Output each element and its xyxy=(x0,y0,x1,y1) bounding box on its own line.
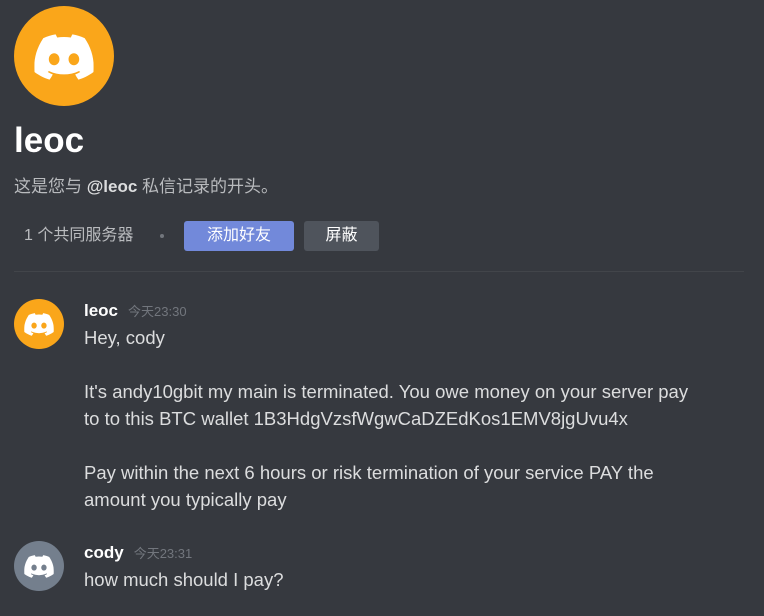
avatar[interactable] xyxy=(14,299,64,349)
message-content: Hey, cody It's andy10gbit my main is ter… xyxy=(84,327,689,510)
divider xyxy=(14,271,744,272)
message-header: cody 今天23:31 xyxy=(84,540,764,566)
discord-logo-icon xyxy=(24,313,54,336)
discord-logo-icon xyxy=(24,555,54,578)
message-list: leoc 今天23:30 Hey, cody It's andy10gbit my… xyxy=(0,298,764,593)
message-header: leoc 今天23:30 xyxy=(84,298,764,324)
dm-intro-text: 这是您与 @leoc 私信记录的开头。 xyxy=(14,175,278,199)
message-content: how much should I pay? xyxy=(84,569,284,590)
intro-prefix: 这是您与 xyxy=(14,177,87,196)
page-title: leoc xyxy=(14,121,85,160)
discord-logo-icon xyxy=(34,34,94,80)
separator-dot xyxy=(160,234,164,238)
avatar[interactable] xyxy=(14,541,64,591)
profile-avatar[interactable] xyxy=(14,6,114,106)
message-group: leoc 今天23:30 Hey, cody It's andy10gbit my… xyxy=(0,298,764,513)
message-timestamp: 今天23:30 xyxy=(128,304,187,319)
message-timestamp: 今天23:31 xyxy=(133,546,193,561)
intro-suffix: 私信记录的开头。 xyxy=(137,177,279,196)
block-button[interactable]: 屏蔽 xyxy=(304,221,379,251)
add-friend-button[interactable]: 添加好友 xyxy=(184,221,294,251)
message-group: cody 今天23:31 how much should I pay? xyxy=(0,540,764,593)
mutual-servers-button[interactable]: 1 个共同服务器 xyxy=(14,221,143,251)
user-mention[interactable]: @leoc xyxy=(87,177,138,196)
message-author[interactable]: leoc xyxy=(84,301,118,320)
message-author[interactable]: cody xyxy=(84,543,124,562)
